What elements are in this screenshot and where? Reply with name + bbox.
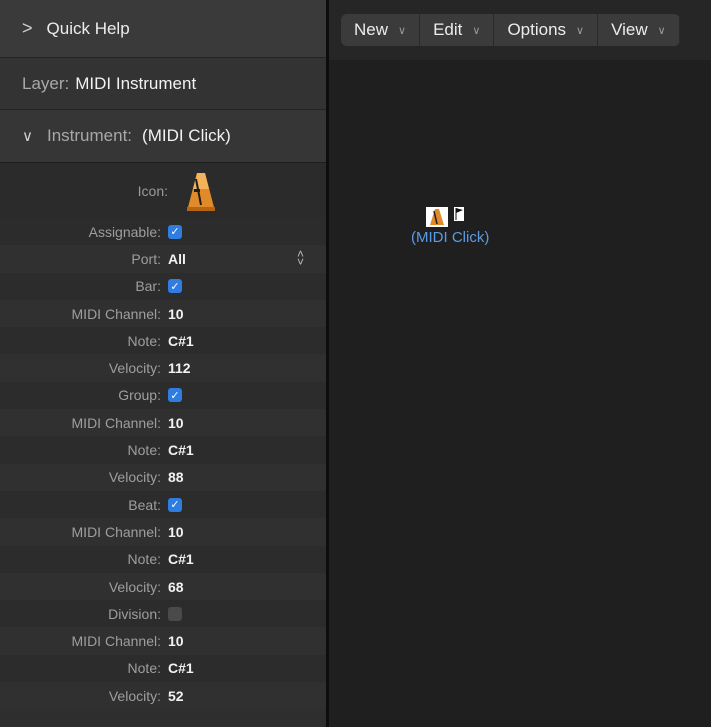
property-row: Port: All ˄ ˅ bbox=[0, 245, 326, 273]
flag-icon bbox=[454, 207, 465, 221]
chevron-down-icon[interactable]: ∨ bbox=[22, 127, 33, 145]
property-value[interactable]: 10 bbox=[168, 306, 184, 322]
property-label: Velocity: bbox=[108, 469, 161, 486]
property-label: Velocity: bbox=[108, 578, 161, 595]
new-menu-label: New bbox=[354, 20, 389, 39]
property-row: Velocity: 112 bbox=[0, 354, 326, 382]
property-label: MIDI Channel: bbox=[71, 523, 161, 540]
quick-help-label: Quick Help bbox=[46, 18, 130, 38]
property-label: MIDI Channel: bbox=[71, 633, 161, 650]
property-row: Note: C#1 bbox=[0, 327, 326, 355]
property-label: Beat: bbox=[128, 496, 161, 513]
property-row: Velocity: 88 bbox=[0, 463, 326, 491]
layer-value: MIDI Instrument bbox=[75, 73, 197, 93]
property-checkbox[interactable]: ✓ bbox=[168, 606, 182, 621]
inspector-panel: > Quick Help Layer: MIDI Instrument ∨ In… bbox=[0, 0, 326, 727]
environment-canvas[interactable]: New ∨ Edit ∨ Options ∨ View ∨ (MIDI Clic… bbox=[329, 0, 711, 727]
metronome-icon bbox=[426, 207, 449, 227]
icon-row: Icon: bbox=[0, 163, 326, 218]
property-label: MIDI Channel: bbox=[71, 414, 161, 431]
property-row: Velocity: 52 bbox=[0, 682, 326, 710]
chevron-down-icon: ∨ bbox=[657, 24, 666, 37]
property-value[interactable]: C#1 bbox=[168, 660, 194, 676]
property-value[interactable]: 52 bbox=[168, 688, 184, 704]
property-label: Assignable: bbox=[88, 223, 161, 240]
property-label: Note: bbox=[127, 551, 161, 568]
edit-menu-label: Edit bbox=[433, 20, 463, 39]
instrument-label: Instrument: bbox=[46, 126, 133, 145]
property-label: Velocity: bbox=[108, 360, 161, 377]
menu-toolbar: New ∨ Edit ∨ Options ∨ View ∨ bbox=[341, 14, 680, 46]
property-row: Assignable: ✓ bbox=[0, 218, 326, 246]
property-label: Bar: bbox=[135, 278, 161, 295]
property-list: Assignable: ✓ Port: All ˄ ˅ Bar: ✓ MIDI Channel:… bbox=[0, 218, 326, 710]
property-value[interactable]: 68 bbox=[168, 579, 184, 595]
property-checkbox[interactable]: ✓ bbox=[168, 279, 182, 294]
chevron-down-icon: ∨ bbox=[576, 24, 585, 37]
port-select[interactable]: All bbox=[168, 251, 186, 267]
instrument-header[interactable]: ∨ Instrument: (MIDI Click) bbox=[0, 110, 326, 163]
property-row: MIDI Channel: 10 bbox=[0, 299, 326, 328]
property-row: MIDI Channel: 10 bbox=[0, 518, 326, 546]
property-value[interactable]: 10 bbox=[168, 524, 184, 540]
property-value[interactable]: 10 bbox=[168, 415, 184, 431]
property-row: Velocity: 68 bbox=[0, 572, 326, 601]
view-menu-button[interactable]: View ∨ bbox=[598, 14, 680, 46]
property-label: Note: bbox=[127, 660, 161, 677]
property-label: MIDI Channel: bbox=[71, 305, 161, 322]
midi-click-label: (MIDI Click) bbox=[411, 229, 490, 246]
property-row: Beat: ✓ bbox=[0, 490, 326, 519]
midi-click-object[interactable]: (MIDI Click) bbox=[411, 207, 489, 246]
property-value[interactable]: C#1 bbox=[168, 442, 194, 458]
view-menu-label: View bbox=[611, 20, 648, 39]
new-menu-button[interactable]: New ∨ bbox=[341, 14, 421, 46]
property-value[interactable]: C#1 bbox=[168, 551, 194, 567]
chevron-down-icon: ∨ bbox=[398, 24, 407, 37]
property-label: Velocity: bbox=[108, 687, 161, 704]
chevron-right-icon[interactable]: > bbox=[22, 18, 33, 39]
layer-label: Layer: bbox=[22, 73, 70, 93]
options-menu-button[interactable]: Options ∨ bbox=[494, 14, 599, 46]
property-checkbox[interactable]: ✓ bbox=[168, 388, 182, 403]
updown-chevron-icon[interactable]: ˄ ˅ bbox=[297, 248, 304, 268]
metronome-icon[interactable] bbox=[185, 171, 217, 213]
property-label: Note: bbox=[127, 332, 161, 349]
property-row: Group: ✓ bbox=[0, 381, 326, 410]
chevron-down-icon: ∨ bbox=[472, 24, 481, 37]
object-icons bbox=[401, 207, 489, 227]
property-row: Note: C#1 bbox=[0, 436, 326, 464]
property-label: Note: bbox=[127, 442, 161, 459]
property-checkbox[interactable]: ✓ bbox=[168, 497, 182, 512]
property-row: MIDI Channel: 10 bbox=[0, 409, 326, 437]
property-row: MIDI Channel: 10 bbox=[0, 627, 326, 655]
property-value[interactable]: 88 bbox=[168, 469, 184, 485]
property-row: Bar: ✓ bbox=[0, 272, 326, 300]
icon-label: Icon: bbox=[137, 183, 168, 199]
property-row: Note: C#1 bbox=[0, 654, 326, 683]
instrument-value: (MIDI Click) bbox=[142, 126, 231, 145]
property-label: Group: bbox=[118, 387, 161, 404]
edit-menu-button[interactable]: Edit ∨ bbox=[420, 14, 495, 46]
property-row: Note: C#1 bbox=[0, 545, 326, 573]
property-row: Division: ✓ bbox=[0, 600, 326, 628]
property-value[interactable]: 112 bbox=[168, 360, 191, 376]
options-menu-label: Options bbox=[507, 20, 567, 39]
property-label: Port: bbox=[131, 250, 161, 267]
layer-row: Layer: MIDI Instrument bbox=[0, 58, 326, 110]
property-value[interactable]: C#1 bbox=[168, 333, 194, 349]
property-label: Division: bbox=[108, 605, 161, 622]
property-value[interactable]: 10 bbox=[168, 633, 184, 649]
property-checkbox[interactable]: ✓ bbox=[168, 224, 182, 239]
quick-help-header[interactable]: > Quick Help bbox=[0, 0, 326, 58]
